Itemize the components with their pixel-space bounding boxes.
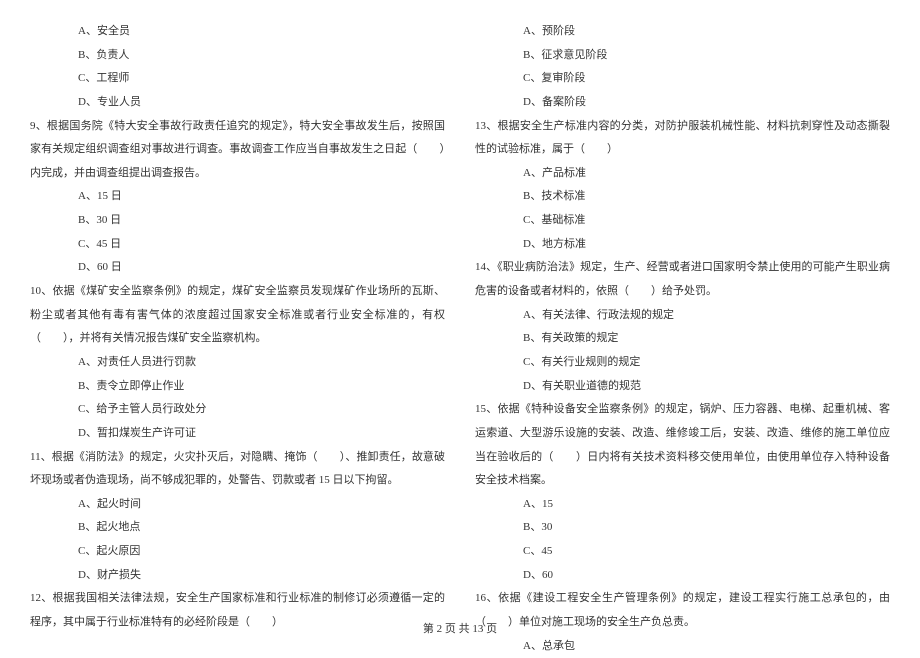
q15-option-a: A、15 <box>475 493 890 517</box>
q14-option-d: D、有关职业道德的规范 <box>475 375 890 399</box>
right-column: A、预阶段 B、征求意见阶段 C、复审阶段 D、备案阶段 13、根据安全生产标准… <box>460 20 890 620</box>
q11-option-d: D、财产损失 <box>30 564 445 588</box>
q10-text: 10、依据《煤矿安全监察条例》的规定，煤矿安全监察员发现煤矿作业场所的瓦斯、粉尘… <box>30 280 445 351</box>
q10-option-c: C、给予主管人员行政处分 <box>30 398 445 422</box>
q11-option-b: B、起火地点 <box>30 516 445 540</box>
q8-option-a: A、安全员 <box>30 20 445 44</box>
q13-text: 13、根据安全生产标准内容的分类，对防护服装机械性能、材料抗刺穿性及动态撕裂性的… <box>475 115 890 162</box>
q13-option-b: B、技术标准 <box>475 185 890 209</box>
q16-option-a: A、总承包 <box>475 635 890 658</box>
q14-option-a: A、有关法律、行政法规的规定 <box>475 304 890 328</box>
q12-option-c: C、复审阶段 <box>475 67 890 91</box>
q15-option-c: C、45 <box>475 540 890 564</box>
q14-text: 14、《职业病防治法》规定，生产、经营或者进口国家明令禁止使用的可能产生职业病危… <box>475 256 890 303</box>
q8-option-b: B、负责人 <box>30 44 445 68</box>
q12-option-b: B、征求意见阶段 <box>475 44 890 68</box>
q14-option-c: C、有关行业规则的规定 <box>475 351 890 375</box>
left-column: A、安全员 B、负责人 C、工程师 D、专业人员 9、根据国务院《特大安全事故行… <box>30 20 460 620</box>
q9-option-a: A、15 日 <box>30 185 445 209</box>
q12-option-d: D、备案阶段 <box>475 91 890 115</box>
q8-option-d: D、专业人员 <box>30 91 445 115</box>
q12-option-a: A、预阶段 <box>475 20 890 44</box>
q14-option-b: B、有关政策的规定 <box>475 327 890 351</box>
q9-option-b: B、30 日 <box>30 209 445 233</box>
q13-option-c: C、基础标准 <box>475 209 890 233</box>
q9-option-c: C、45 日 <box>30 233 445 257</box>
q10-option-d: D、暂扣煤炭生产许可证 <box>30 422 445 446</box>
q11-option-a: A、起火时间 <box>30 493 445 517</box>
q13-option-a: A、产品标准 <box>475 162 890 186</box>
q8-option-c: C、工程师 <box>30 67 445 91</box>
page-container: A、安全员 B、负责人 C、工程师 D、专业人员 9、根据国务院《特大安全事故行… <box>0 0 920 650</box>
q10-option-b: B、责令立即停止作业 <box>30 375 445 399</box>
q13-option-d: D、地方标准 <box>475 233 890 257</box>
q15-text: 15、依据《特种设备安全监察条例》的规定，锅炉、压力容器、电梯、起重机械、客运索… <box>475 398 890 493</box>
q9-option-d: D、60 日 <box>30 256 445 280</box>
q11-option-c: C、起火原因 <box>30 540 445 564</box>
page-footer: 第 2 页 共 13 页 <box>0 620 920 636</box>
q11-text: 11、根据《消防法》的规定，火灾扑灭后，对隐瞒、掩饰（ ）、推卸责任，故意破坏现… <box>30 446 445 493</box>
q15-option-b: B、30 <box>475 516 890 540</box>
q15-option-d: D、60 <box>475 564 890 588</box>
q10-option-a: A、对责任人员进行罚款 <box>30 351 445 375</box>
q9-text: 9、根据国务院《特大安全事故行政责任追究的规定》，特大安全事故发生后，按照国家有… <box>30 115 445 186</box>
